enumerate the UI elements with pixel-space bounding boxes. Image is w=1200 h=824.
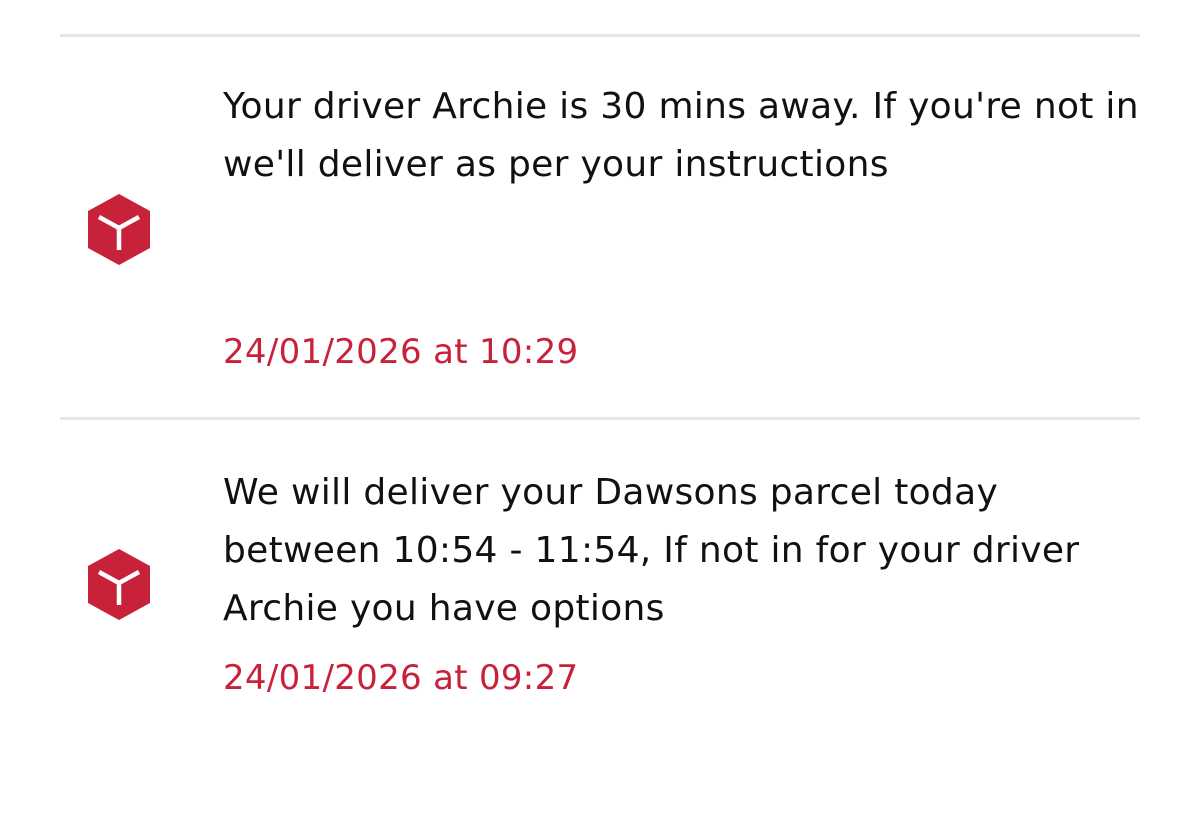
event-message: We will deliver your Dawsons parcel toda…	[223, 472, 1080, 629]
top-divider	[60, 34, 1140, 37]
parcel-box-icon	[86, 192, 152, 266]
parcel-box-icon	[86, 547, 152, 621]
event-timestamp: 24/01/2026 at 10:29	[223, 332, 579, 372]
event-divider	[60, 417, 1140, 420]
event-timestamp: 24/01/2026 at 09:27	[223, 658, 579, 698]
event-message: Your driver Archie is 30 mins away. If y…	[223, 86, 1139, 185]
